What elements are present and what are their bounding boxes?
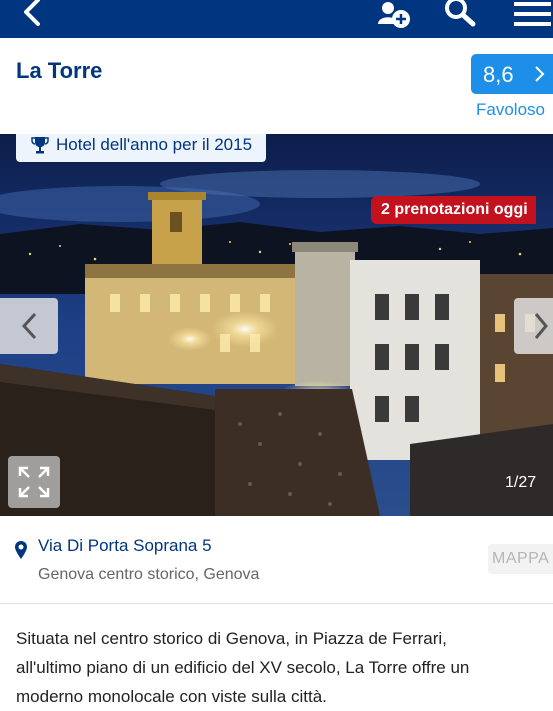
add-to-list-icon[interactable]	[374, 0, 414, 34]
bookings-today-badge: 2 prenotazioni oggi	[371, 196, 536, 224]
review-score-word[interactable]: Favoloso	[476, 100, 545, 120]
description-line: Situata nel centro storico di Genova, in…	[16, 629, 447, 648]
map-button[interactable]: MAPPA	[488, 544, 553, 574]
fullscreen-button[interactable]	[8, 456, 60, 508]
location-pin-icon	[15, 541, 27, 559]
award-text: Hotel dell'anno per il 2015	[56, 135, 253, 154]
review-score: 8,6	[483, 62, 514, 87]
award-badge: Hotel dell'anno per il 2015	[16, 134, 267, 162]
hotel-description: Situata nel centro storico di Genova, in…	[16, 624, 546, 711]
hamburger-menu-icon[interactable]	[510, 0, 553, 34]
expand-icon	[18, 466, 50, 498]
hotel-photo	[0, 134, 553, 516]
photo-counter: 1/27	[505, 474, 537, 491]
district: Genova centro storico, Genova	[38, 566, 260, 583]
search-icon[interactable]	[440, 0, 480, 34]
chevron-left-icon	[21, 312, 37, 340]
previous-photo-button[interactable]	[0, 298, 58, 354]
chevron-right-icon	[535, 66, 545, 82]
review-score-button[interactable]: 8,6	[471, 54, 553, 94]
back-chevron-icon[interactable]	[14, 0, 48, 34]
description-line: moderno monolocale con viste sulla città…	[16, 687, 327, 706]
description-line: all'ultimo piano di un edificio del XV s…	[16, 658, 470, 677]
hotel-name: La Torre	[16, 58, 103, 83]
top-nav-bar	[0, 0, 553, 38]
chevron-right-icon	[534, 313, 548, 339]
photo-gallery[interactable]: Hotel dell'anno per il 2015 2 prenotazio…	[0, 134, 553, 516]
street-address: Via Di Porta Soprana 5	[38, 536, 212, 555]
address-section: Via Di Porta Soprana 5 Genova centro sto…	[0, 516, 553, 604]
hotel-header: La Torre 8,6 Favoloso	[0, 38, 553, 134]
trophy-icon	[31, 137, 49, 154]
next-photo-button[interactable]	[514, 298, 553, 354]
